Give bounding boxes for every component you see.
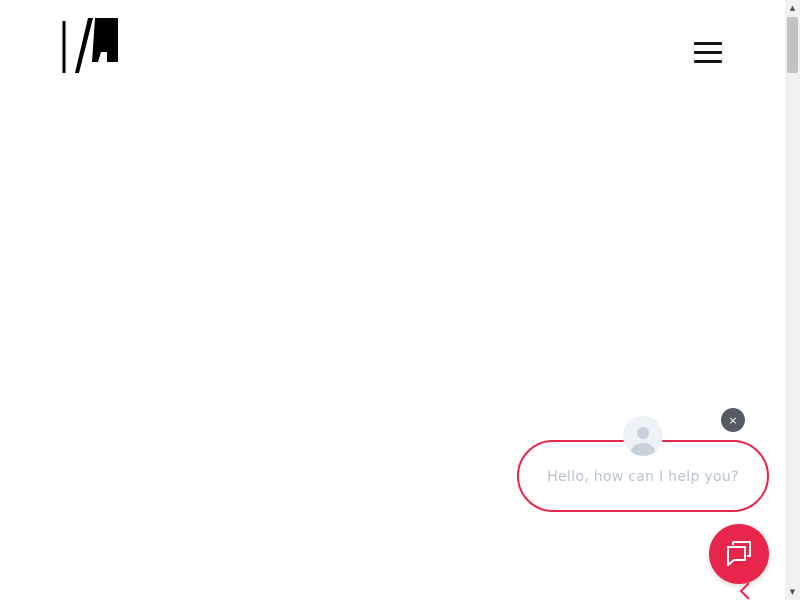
- brand-logo-icon[interactable]: [62, 18, 120, 74]
- hamburger-menu-icon[interactable]: [690, 38, 726, 68]
- user-avatar-icon: [623, 416, 663, 456]
- chevron-left-icon[interactable]: [736, 580, 756, 600]
- scroll-up-arrow[interactable]: ▲: [785, 1, 800, 15]
- scroll-down-arrow[interactable]: ▼: [785, 585, 800, 599]
- close-icon[interactable]: ×: [721, 408, 745, 432]
- scroll-thumb[interactable]: [787, 17, 798, 73]
- menu-bar: [694, 42, 722, 45]
- chat-greeting-text: Hello, how can I help you?: [547, 469, 739, 485]
- chat-icon: [724, 537, 754, 571]
- menu-bar: [694, 60, 722, 63]
- chat-launcher-button[interactable]: [709, 524, 769, 584]
- page: Hello, how can I help you? × ▲ ▼: [0, 0, 800, 600]
- vertical-scrollbar[interactable]: ▲ ▼: [785, 0, 800, 600]
- menu-bar: [694, 51, 722, 54]
